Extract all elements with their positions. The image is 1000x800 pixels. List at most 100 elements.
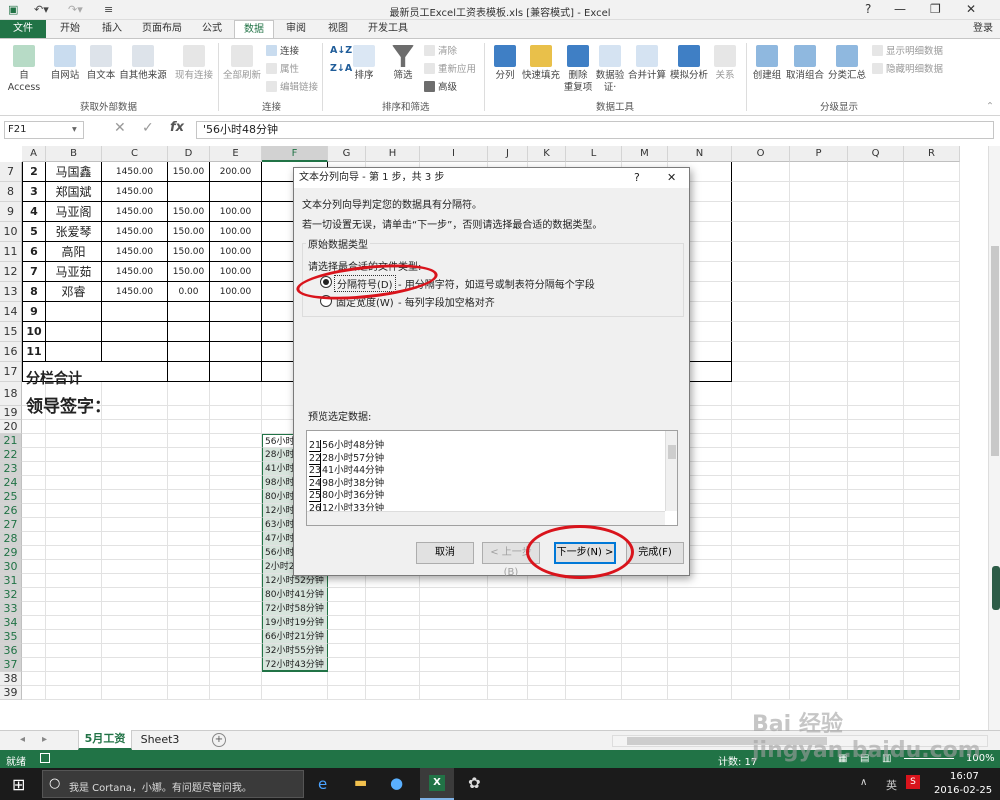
cell[interactable]	[210, 382, 262, 406]
row-header[interactable]: 23	[0, 462, 22, 476]
text-to-columns-button[interactable]: 分列	[490, 45, 520, 82]
cell[interactable]	[732, 434, 790, 448]
cell[interactable]	[102, 532, 168, 546]
cell[interactable]	[904, 686, 960, 700]
from-other-button[interactable]: 自其他来源	[118, 45, 168, 82]
cell[interactable]	[622, 588, 668, 602]
cell[interactable]	[732, 532, 790, 546]
cell[interactable]	[732, 644, 790, 658]
table-cell[interactable]: 100.00	[210, 242, 262, 262]
cell[interactable]	[46, 476, 102, 490]
table-cell[interactable]: 10	[22, 322, 46, 342]
cell[interactable]	[22, 686, 46, 700]
cell[interactable]	[328, 588, 366, 602]
cell[interactable]	[622, 686, 668, 700]
table-cell[interactable]: 1450.00	[102, 262, 168, 282]
sort-button[interactable]: 排序	[350, 45, 378, 82]
cell[interactable]	[210, 574, 262, 588]
cell[interactable]	[732, 420, 790, 434]
flash-fill-button[interactable]: 快速填充	[520, 45, 562, 82]
cell[interactable]	[732, 448, 790, 462]
cell[interactable]	[848, 462, 904, 476]
from-web-button[interactable]: 自网站	[48, 45, 82, 82]
ime-indicator[interactable]: 英	[886, 777, 897, 793]
name-box-dropdown-icon[interactable]: ▾	[72, 124, 77, 136]
cancel-button[interactable]: 取消	[416, 542, 474, 564]
column-header[interactable]: D	[168, 146, 210, 162]
tab-home[interactable]: 开始	[50, 20, 90, 38]
row-header[interactable]: 37	[0, 658, 22, 672]
advanced-filter-button[interactable]: 高级	[424, 81, 457, 94]
cell[interactable]	[46, 546, 102, 560]
table-cell[interactable]: 8	[22, 282, 46, 302]
cell[interactable]	[22, 490, 46, 504]
table-cell[interactable]: 150.00	[168, 222, 210, 242]
table-cell[interactable]: 3	[22, 182, 46, 202]
cell[interactable]	[904, 242, 960, 262]
cell[interactable]	[904, 658, 960, 672]
table-cell[interactable]: 郑国斌	[46, 182, 102, 202]
cell[interactable]	[790, 420, 848, 434]
cell[interactable]: 72小时58分钟	[262, 602, 328, 616]
column-header[interactable]: O	[732, 146, 790, 162]
properties-button[interactable]: 属性	[266, 63, 299, 76]
row-header[interactable]: 35	[0, 630, 22, 644]
sheet-tab-sheet3[interactable]: Sheet3	[136, 731, 184, 751]
cell[interactable]	[622, 630, 668, 644]
cell[interactable]	[904, 616, 960, 630]
cell[interactable]	[904, 262, 960, 282]
table-cell[interactable]: 150.00	[168, 162, 210, 182]
cell[interactable]: 66小时21分钟	[262, 630, 328, 644]
cell[interactable]	[420, 602, 488, 616]
table-cell[interactable]	[210, 182, 262, 202]
row-header[interactable]: 25	[0, 490, 22, 504]
cell[interactable]	[848, 434, 904, 448]
cell[interactable]	[732, 202, 790, 222]
cell[interactable]	[732, 242, 790, 262]
cell[interactable]	[848, 588, 904, 602]
cell[interactable]	[366, 686, 420, 700]
cell[interactable]	[210, 588, 262, 602]
cell[interactable]	[566, 630, 622, 644]
cell[interactable]	[790, 476, 848, 490]
what-if-button[interactable]: 模拟分析	[668, 45, 710, 82]
cell[interactable]	[102, 518, 168, 532]
tab-data[interactable]: 数据	[234, 20, 274, 39]
cell[interactable]	[168, 588, 210, 602]
cell[interactable]	[566, 644, 622, 658]
cell[interactable]	[168, 504, 210, 518]
cell[interactable]	[904, 504, 960, 518]
cell[interactable]: 12小时52分钟	[262, 574, 328, 588]
cell[interactable]	[488, 672, 528, 686]
cell[interactable]	[528, 630, 566, 644]
table-cell[interactable]: 150.00	[168, 202, 210, 222]
cell[interactable]	[46, 644, 102, 658]
cell[interactable]	[210, 686, 262, 700]
column-header[interactable]: R	[904, 146, 960, 162]
cell[interactable]: 80小时41分钟	[262, 588, 328, 602]
cell[interactable]	[528, 644, 566, 658]
cell[interactable]	[102, 644, 168, 658]
sort-za-icon[interactable]: Z↓A	[330, 63, 352, 75]
cell[interactable]	[210, 462, 262, 476]
table-cell[interactable]	[210, 322, 262, 342]
row-header[interactable]: 9	[0, 202, 22, 222]
cell[interactable]	[848, 362, 904, 382]
cell[interactable]	[848, 222, 904, 242]
table-cell[interactable]: 马亚茹	[46, 262, 102, 282]
cell[interactable]	[328, 644, 366, 658]
cell[interactable]	[566, 686, 622, 700]
table-cell[interactable]: 4	[22, 202, 46, 222]
cell[interactable]	[848, 560, 904, 574]
collapse-ribbon-icon[interactable]: ⌃	[986, 101, 994, 113]
cell[interactable]	[732, 362, 790, 382]
edge-browser-icon[interactable]: e	[318, 775, 327, 793]
table-cell[interactable]: 100.00	[210, 222, 262, 242]
cell[interactable]	[732, 462, 790, 476]
cell[interactable]	[904, 546, 960, 560]
refresh-all-button[interactable]: 全部刷新	[222, 45, 262, 82]
cell[interactable]	[168, 658, 210, 672]
group-button[interactable]: 创建组	[750, 45, 784, 82]
cell[interactable]	[168, 602, 210, 616]
column-header[interactable]: M	[622, 146, 668, 162]
